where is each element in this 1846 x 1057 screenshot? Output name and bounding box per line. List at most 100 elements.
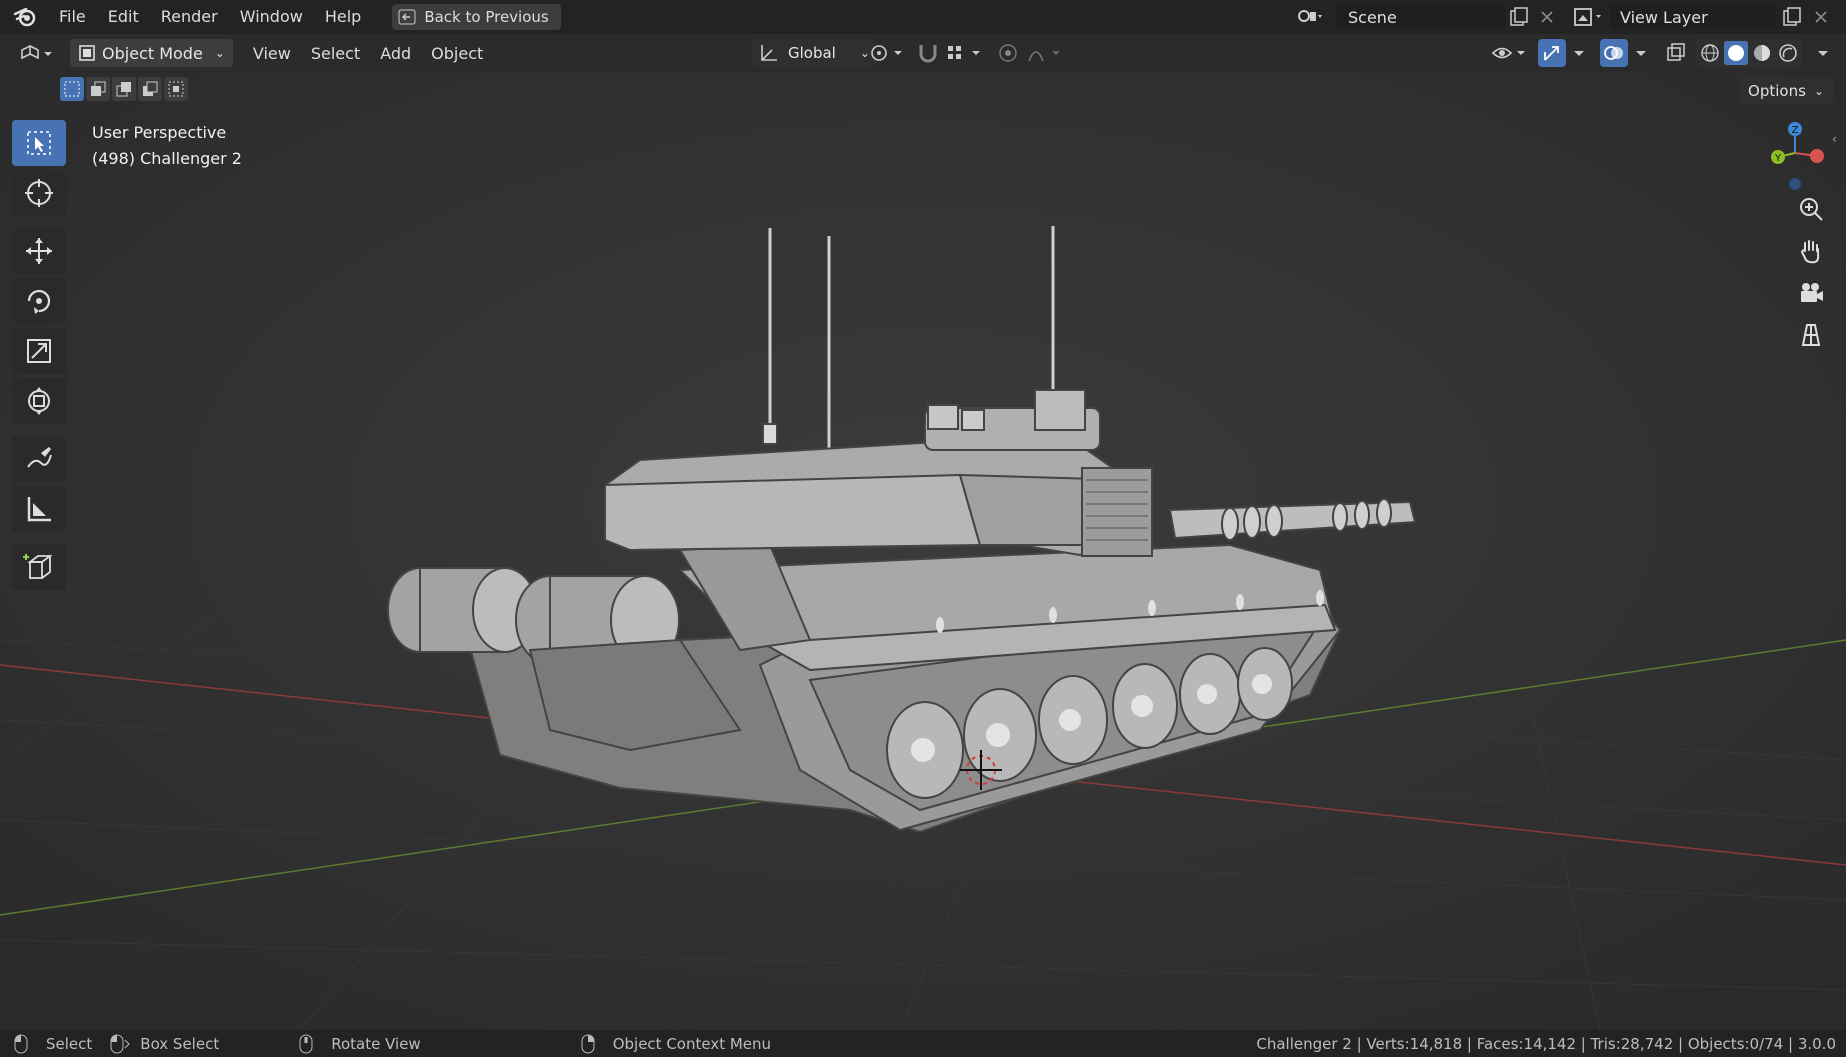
object-mode-icon [79, 45, 95, 61]
blender-logo-icon[interactable] [12, 4, 38, 30]
add-cube-tool[interactable] [12, 544, 66, 590]
delete-view-layer-button[interactable] [1812, 4, 1830, 30]
menu-edit[interactable]: Edit [97, 0, 150, 34]
pivot-point-dropdown[interactable] [868, 41, 908, 69]
chevron-down-icon [1574, 51, 1584, 56]
scale-tool[interactable] [12, 328, 66, 374]
select-new-button[interactable] [60, 77, 84, 101]
move-tool[interactable] [12, 228, 66, 274]
object-mode-label: Object Mode [102, 43, 203, 63]
pan-view-button[interactable] [1794, 234, 1828, 268]
rotate-tool[interactable] [12, 278, 66, 324]
3d-viewport-icon [21, 44, 52, 60]
mouse-drag-icon [110, 1034, 130, 1053]
sidebar-toggle-icon[interactable]: ‹ [1832, 132, 1837, 146]
cursor-tool[interactable] [12, 170, 66, 216]
scene-selector[interactable] [1296, 4, 1324, 30]
header-menu-view[interactable]: View [243, 44, 301, 63]
view-name: User Perspective [92, 123, 227, 142]
back-to-previous-button[interactable]: Back to Previous [392, 4, 561, 30]
proportional-edit-icon [999, 44, 1017, 62]
menu-render[interactable]: Render [150, 0, 229, 34]
xray-toggle[interactable] [1664, 41, 1688, 69]
proportional-falloff-dropdown[interactable] [1026, 41, 1066, 69]
delete-scene-button[interactable] [1538, 4, 1556, 30]
new-view-layer-button[interactable] [1781, 4, 1803, 30]
gizmo-x-axis [1810, 149, 1824, 163]
new-scene-button[interactable] [1508, 4, 1530, 30]
material-preview-button[interactable] [1750, 41, 1774, 65]
orientation-icon [761, 45, 777, 61]
select-box-tool[interactable] [12, 120, 66, 166]
select-invert-button[interactable] [138, 77, 162, 101]
scene-name: Scene [1348, 7, 1397, 27]
rendered-shading-button[interactable] [1776, 41, 1800, 65]
menu-window[interactable]: Window [229, 0, 314, 34]
shading-options-dropdown[interactable] [1814, 41, 1832, 69]
status-rotate-view: Rotate View [331, 1034, 421, 1053]
pencil-icon [27, 447, 52, 468]
camera-icon [1801, 283, 1823, 302]
object-visibility-dropdown[interactable] [1490, 41, 1530, 69]
editor-type-selector[interactable] [18, 40, 56, 70]
viewport-header: Object Mode ⌄ View Select Add Object Glo… [0, 34, 1846, 72]
cursor-select-icon [27, 131, 51, 155]
status-bar: Select Box Select Rotate View Object Con… [0, 1030, 1846, 1057]
select-new-icon [64, 81, 80, 97]
overlays-options-dropdown[interactable] [1632, 41, 1650, 69]
view-layer-icon [1574, 8, 1601, 26]
solid-sphere-icon [1728, 45, 1744, 61]
wireframe-shading-button[interactable] [1698, 41, 1722, 65]
menu-file[interactable]: File [48, 0, 97, 34]
copy-icon [1783, 7, 1801, 26]
scene-name-field[interactable]: Scene [1336, 4, 1506, 30]
3d-cursor-icon [25, 179, 53, 207]
transform-tool[interactable] [12, 378, 66, 424]
header-menu-select[interactable]: Select [301, 44, 370, 63]
camera-view-button[interactable] [1794, 276, 1828, 310]
transform-icon [28, 387, 50, 415]
header-menu-object[interactable]: Object [421, 44, 493, 63]
status-box-select: Box Select [140, 1034, 220, 1053]
gizmo-toggle[interactable] [1538, 39, 1566, 67]
viewport-info: User Perspective (498) Challenger 2 [92, 120, 242, 172]
grid-perspective-icon [1801, 324, 1821, 346]
cube-add-icon [23, 554, 53, 579]
solid-shading-button[interactable] [1724, 41, 1748, 65]
overlays-toggle[interactable] [1600, 39, 1628, 67]
proportional-editing-toggle[interactable] [995, 41, 1021, 69]
view-layer-name: View Layer [1620, 7, 1708, 27]
select-subtract-button[interactable] [112, 77, 136, 101]
tank-model[interactable] [380, 210, 1430, 850]
gizmo-arrows-icon [1544, 46, 1559, 61]
header-menu-add[interactable]: Add [370, 44, 421, 63]
transform-orientation-dropdown[interactable]: Global ⌄ [752, 39, 876, 67]
menu-help[interactable]: Help [314, 0, 372, 34]
snap-grid-icon [948, 46, 980, 59]
pivot-icon [871, 45, 902, 61]
svg-text:Y: Y [1774, 153, 1782, 164]
magnet-icon [919, 45, 937, 63]
snap-toggle[interactable] [915, 41, 941, 69]
annotate-tool[interactable] [12, 436, 66, 482]
shading-mode-group [1696, 39, 1802, 67]
select-subtract-icon [116, 82, 131, 97]
snap-target-dropdown[interactable] [944, 41, 988, 69]
orthographic-toggle-button[interactable] [1794, 318, 1828, 352]
select-extend-button[interactable] [86, 77, 110, 101]
scene-icon [1298, 10, 1322, 22]
navigation-gizmo[interactable]: Z Y [1760, 118, 1830, 198]
zoom-view-button[interactable] [1794, 192, 1828, 226]
select-intersect-button[interactable] [164, 77, 188, 101]
select-extend-icon [91, 81, 106, 96]
view-layer-selector[interactable] [1572, 4, 1604, 30]
measure-tool[interactable] [12, 486, 66, 532]
object-mode-dropdown[interactable]: Object Mode ⌄ [70, 39, 233, 67]
scale-icon [27, 339, 51, 363]
gizmo-options-dropdown[interactable] [1570, 41, 1588, 69]
options-dropdown[interactable]: Options ⌄ [1738, 78, 1834, 104]
view-layer-field[interactable]: View Layer [1610, 4, 1775, 30]
xray-icon [1667, 43, 1685, 61]
overlay-circles-icon [1604, 46, 1623, 60]
active-object-info: (498) Challenger 2 [92, 149, 242, 168]
